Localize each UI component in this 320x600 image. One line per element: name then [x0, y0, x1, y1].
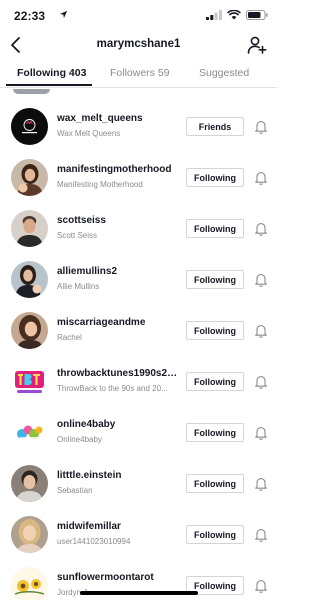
home-indicator[interactable] — [80, 591, 198, 595]
person-photo-icon — [11, 159, 48, 196]
tbt-logo-icon — [11, 363, 48, 400]
status-indicators — [206, 10, 268, 20]
avatar[interactable] — [11, 108, 48, 145]
user-info: online4baby Online4baby — [57, 419, 179, 444]
bell-icon[interactable] — [254, 476, 268, 491]
user-info: miscarriageandme Rachel — [57, 317, 179, 342]
list-item: litttle.einstein Sebastian Following — [0, 458, 277, 509]
list-item: online4baby Online4baby Following — [0, 407, 277, 458]
bell-icon[interactable] — [254, 221, 268, 236]
wifi-icon — [227, 10, 241, 20]
tab-suggested[interactable]: Suggested — [199, 67, 249, 79]
person-photo-icon — [11, 465, 48, 502]
username[interactable]: manifestingmotherhood — [57, 164, 179, 175]
following-button[interactable]: Following — [186, 474, 244, 493]
bell-icon[interactable] — [254, 323, 268, 338]
avatar[interactable] — [11, 312, 48, 349]
tab-following[interactable]: Following 403 — [17, 67, 86, 79]
status-bar: 22:33 — [0, 0, 277, 30]
avatar[interactable] — [11, 261, 48, 298]
display-name: Allie Mullins — [57, 282, 100, 291]
wax-melt-queens-logo-icon — [11, 108, 48, 145]
list-item: midwifemillar user1441023010994 Followin… — [0, 509, 277, 560]
username[interactable]: online4baby — [57, 419, 179, 430]
user-info: throwbacktunes1990s20... ThrowBack to th… — [57, 368, 179, 393]
avatar[interactable] — [11, 159, 48, 196]
bell-icon[interactable] — [254, 527, 268, 542]
bell-icon[interactable] — [254, 425, 268, 440]
username[interactable]: scottseiss — [57, 215, 179, 226]
avatar[interactable] — [11, 516, 48, 553]
bell-icon[interactable] — [254, 272, 268, 287]
bell-icon[interactable] — [254, 374, 268, 389]
username[interactable]: sunflowermoontarot — [57, 572, 179, 583]
list-item: alliemullins2 Allie Mullins Following — [0, 254, 277, 305]
avatar[interactable] — [11, 465, 48, 502]
avatar[interactable] — [11, 567, 48, 600]
list-item: manifestingmotherhood Manifesting Mother… — [0, 152, 277, 203]
header: marymcshane1 — [0, 30, 277, 60]
display-name: Wax Melt Queens — [57, 129, 121, 138]
tab-bar: Following 403 Followers 59 Suggested — [0, 62, 277, 88]
person-photo-icon — [11, 261, 48, 298]
username[interactable]: alliemullins2 — [57, 266, 179, 277]
following-button[interactable]: Following — [186, 321, 244, 340]
display-name: Rachel — [57, 333, 82, 342]
sunflower-logo-icon — [11, 567, 48, 600]
user-info: midwifemillar user1441023010994 — [57, 521, 179, 546]
cellular-signal-icon — [206, 10, 222, 20]
username[interactable]: throwbacktunes1990s20... — [57, 368, 179, 379]
add-user-icon[interactable] — [247, 35, 267, 55]
display-name: user1441023010994 — [57, 537, 131, 546]
display-name: Manifesting Motherhood — [57, 180, 143, 189]
following-button[interactable]: Following — [186, 270, 244, 289]
following-button[interactable]: Following — [186, 219, 244, 238]
battery-icon — [246, 10, 268, 20]
user-info: manifestingmotherhood Manifesting Mother… — [57, 164, 179, 189]
following-button[interactable]: Following — [186, 525, 244, 544]
friends-button[interactable]: Friends — [186, 117, 244, 136]
display-name: ThrowBack to the 90s and 20... — [57, 384, 168, 393]
user-info: scottseiss Scott Seiss — [57, 215, 179, 240]
person-photo-icon — [11, 312, 48, 349]
page-title: marymcshane1 — [96, 38, 181, 50]
username[interactable]: miscarriageandme — [57, 317, 179, 328]
display-name: Scott Seiss — [57, 231, 98, 240]
bell-icon[interactable] — [254, 578, 268, 593]
location-arrow-icon — [59, 10, 68, 19]
list-item: throwbacktunes1990s20... ThrowBack to th… — [0, 356, 277, 407]
tab-followers[interactable]: Followers 59 — [110, 67, 170, 79]
active-tab-indicator — [6, 84, 92, 86]
person-photo-icon — [11, 516, 48, 553]
avatar[interactable] — [11, 414, 48, 451]
user-info: alliemullins2 Allie Mullins — [57, 266, 179, 291]
username[interactable]: wax_melt_queens — [57, 113, 179, 124]
list-item: scottseiss Scott Seiss Following — [0, 203, 277, 254]
status-time: 22:33 — [14, 9, 46, 23]
display-name: Online4baby — [57, 435, 102, 444]
following-button[interactable]: Following — [186, 168, 244, 187]
avatar[interactable] — [13, 89, 50, 94]
username[interactable]: midwifemillar — [57, 521, 179, 532]
bell-icon[interactable] — [254, 119, 268, 134]
following-button[interactable]: Following — [186, 423, 244, 442]
user-info: wax_melt_queens Wax Melt Queens — [57, 113, 179, 138]
username[interactable]: litttle.einstein — [57, 470, 179, 481]
list-item: miscarriageandme Rachel Following — [0, 305, 277, 356]
bell-icon[interactable] — [254, 170, 268, 185]
person-photo-icon — [11, 210, 48, 247]
user-info: litttle.einstein Sebastian — [57, 470, 179, 495]
avatar[interactable] — [11, 210, 48, 247]
following-button[interactable]: Following — [186, 372, 244, 391]
list-item: wax_melt_queens Wax Melt Queens Friends — [0, 101, 277, 152]
display-name: Sebastian — [57, 486, 93, 495]
online4baby-logo-icon — [11, 414, 48, 451]
avatar[interactable] — [11, 363, 48, 400]
